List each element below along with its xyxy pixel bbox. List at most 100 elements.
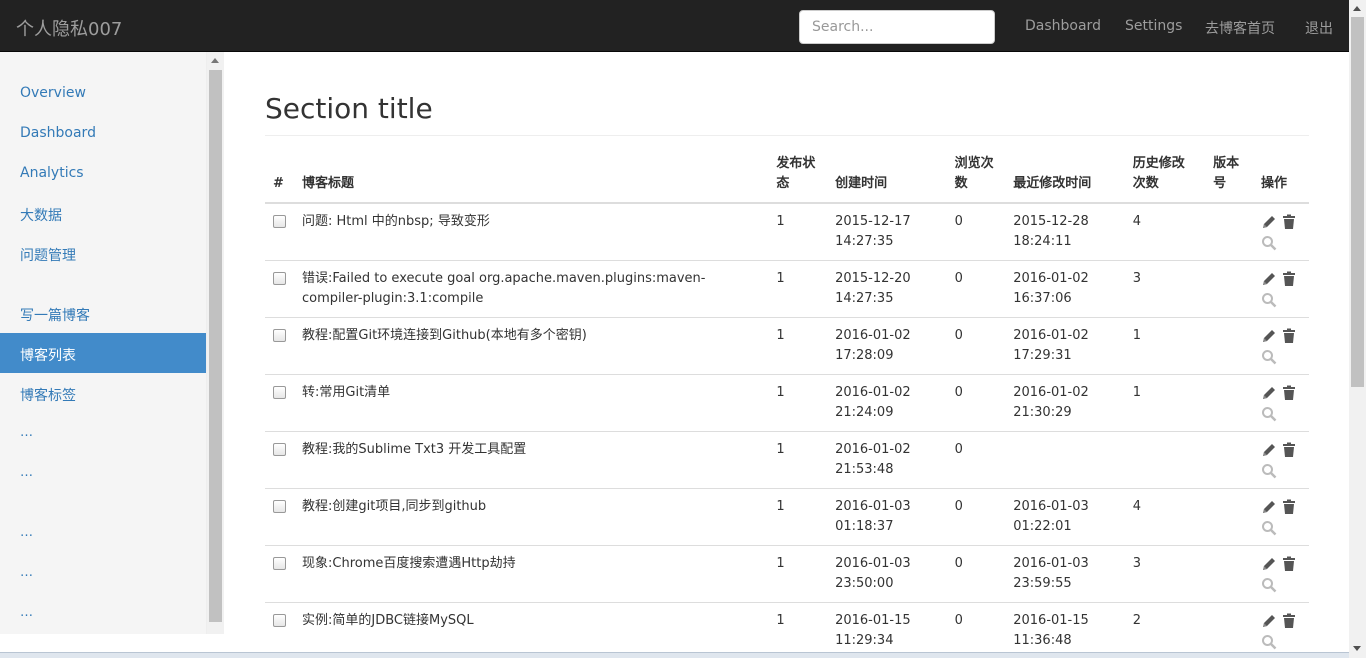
row-checkbox[interactable] <box>273 557 286 570</box>
col-header-created: 创建时间 <box>827 150 947 204</box>
created-time: 23:50:00 <box>835 576 894 591</box>
created-date: 2015-12-20 <box>835 271 911 286</box>
row-checkbox[interactable] <box>273 386 286 399</box>
pencil-icon[interactable] <box>1261 271 1277 287</box>
created-date: 2016-01-02 <box>835 385 911 400</box>
blog-title-cell[interactable]: 转:常用Git清单 <box>294 374 769 432</box>
brand-logo[interactable]: 个人隐私007 <box>16 15 122 41</box>
created-time: 14:27:35 <box>835 291 894 306</box>
sidebar-item-dashboard[interactable]: Dashboard <box>0 113 206 153</box>
search-icon[interactable] <box>1261 406 1277 422</box>
blog-title-cell[interactable]: 问题: Html 中的nbsp; 导致变形 <box>294 202 769 261</box>
sidebar-item-issues[interactable]: 问题管理 <box>0 233 206 273</box>
status-cell: 1 <box>768 202 828 261</box>
row-checkbox[interactable] <box>273 443 286 456</box>
blog-title-cell[interactable]: 教程:配置Git环境连接到Github(本地有多个密钥) <box>294 317 769 375</box>
table-row: 教程:配置Git环境连接到Github(本地有多个密钥) 1 2016-01-02 1… <box>265 317 1309 375</box>
version-cell <box>1205 602 1253 660</box>
blog-title-cell[interactable]: 教程:创建git项目,同步到github <box>294 488 769 546</box>
sidebar-item-write-blog[interactable]: 写一篇博客 <box>0 293 206 333</box>
blog-title-cell[interactable]: 实例:简单的JDBC链接MySQL <box>294 602 769 660</box>
created-cell: 2015-12-17 14:27:35 <box>827 202 947 261</box>
sidebar-more-item[interactable]: … <box>20 605 33 620</box>
nav-dashboard-link[interactable]: Dashboard <box>1025 18 1101 34</box>
table-header-row: # 博客标题 发布状态 创建时间 浏览次数 最近修改时间 历史修改次数 版本号 … <box>265 150 1309 204</box>
pencil-icon[interactable] <box>1261 328 1277 344</box>
table-row: 教程:创建git项目,同步到github 1 2016-01-03 01:18:37 0… <box>265 488 1309 546</box>
modified-cell: 2015-12-28 18:24:11 <box>1005 202 1125 261</box>
sidebar-scrollbar[interactable] <box>207 52 224 634</box>
status-cell: 1 <box>768 488 828 546</box>
page-scrollbar[interactable] <box>1349 0 1366 658</box>
sidebar-item-bigdata[interactable]: 大数据 <box>0 193 206 233</box>
modified-date: 2016-01-03 <box>1013 499 1089 514</box>
pencil-icon[interactable] <box>1261 442 1277 458</box>
sidebar-scroll-thumb[interactable] <box>209 70 222 622</box>
trash-icon[interactable] <box>1281 385 1297 401</box>
pencil-icon[interactable] <box>1261 385 1277 401</box>
modified-time: 01:22:01 <box>1013 519 1072 534</box>
row-actions <box>1261 269 1301 309</box>
search-icon[interactable] <box>1261 349 1277 365</box>
modified-time: 23:59:55 <box>1013 576 1072 591</box>
pencil-icon[interactable] <box>1261 214 1277 230</box>
nav-settings-link[interactable]: Settings <box>1125 18 1182 34</box>
pencil-icon[interactable] <box>1261 556 1277 572</box>
row-checkbox[interactable] <box>273 329 286 342</box>
views-cell: 0 <box>946 602 1006 660</box>
trash-icon[interactable] <box>1281 271 1297 287</box>
nav-blog-home-link[interactable]: 去博客首页 <box>1205 18 1275 38</box>
sidebar-more-item[interactable]: … <box>20 465 33 480</box>
sidebar-more-item[interactable]: … <box>20 525 33 540</box>
revisions-cell: 1 <box>1124 374 1206 432</box>
sidebar-item-overview[interactable]: Overview <box>0 73 206 113</box>
blog-title-cell[interactable]: 教程:我的Sublime Txt3 开发工具配置 <box>294 431 769 489</box>
scroll-down-arrow-icon[interactable] <box>1353 646 1361 651</box>
revisions-cell: 1 <box>1124 317 1206 375</box>
nav-logout-link[interactable]: 退出 <box>1305 18 1333 38</box>
table-row: 现象:Chrome百度搜索遭遇Http劫持 1 2016-01-03 23:50:00… <box>265 545 1309 603</box>
modified-date: 2016-01-02 <box>1013 271 1089 286</box>
table-row: 转:常用Git清单 1 2016-01-02 21:24:09 0 2016-01-02 2… <box>265 374 1309 432</box>
pencil-icon[interactable] <box>1261 613 1277 629</box>
scroll-up-arrow-icon[interactable] <box>1353 6 1361 11</box>
trash-icon[interactable] <box>1281 556 1297 572</box>
sidebar-more-item[interactable]: … <box>20 565 33 580</box>
trash-icon[interactable] <box>1281 214 1297 230</box>
blog-title-cell[interactable]: 错误:Failed to execute goal org.apache.mav… <box>294 260 769 318</box>
row-checkbox[interactable] <box>273 500 286 513</box>
search-icon[interactable] <box>1261 520 1277 536</box>
search-icon[interactable] <box>1261 463 1277 479</box>
page-scroll-thumb[interactable] <box>1351 17 1364 387</box>
modified-date: 2016-01-02 <box>1013 385 1089 400</box>
pencil-icon[interactable] <box>1261 499 1277 515</box>
scroll-up-arrow-icon[interactable] <box>211 58 219 63</box>
modified-date: 2016-01-03 <box>1013 556 1089 571</box>
table-row: 实例:简单的JDBC链接MySQL 1 2016-01-15 11:29:34 0 201… <box>265 602 1309 660</box>
sidebar-item-blog-list[interactable]: 博客列表 <box>0 333 206 373</box>
row-actions <box>1261 212 1301 252</box>
sidebar-more-item[interactable]: … <box>20 425 33 440</box>
trash-icon[interactable] <box>1281 442 1297 458</box>
version-cell <box>1205 260 1253 318</box>
trash-icon[interactable] <box>1281 613 1297 629</box>
views-cell: 0 <box>946 374 1006 432</box>
created-time: 21:24:09 <box>835 405 894 420</box>
views-cell: 0 <box>946 488 1006 546</box>
sidebar-item-analytics[interactable]: Analytics <box>0 153 206 193</box>
row-checkbox[interactable] <box>273 215 286 228</box>
search-icon[interactable] <box>1261 235 1277 251</box>
search-icon[interactable] <box>1261 634 1277 650</box>
row-checkbox-cell <box>265 202 294 261</box>
search-icon[interactable] <box>1261 292 1277 308</box>
row-checkbox[interactable] <box>273 614 286 627</box>
created-time: 01:18:37 <box>835 519 894 534</box>
search-input[interactable] <box>799 10 995 44</box>
row-checkbox[interactable] <box>273 272 286 285</box>
col-header-modified: 最近修改时间 <box>1005 150 1125 204</box>
trash-icon[interactable] <box>1281 328 1297 344</box>
sidebar-item-blog-tags[interactable]: 博客标签 <box>0 373 206 413</box>
trash-icon[interactable] <box>1281 499 1297 515</box>
search-icon[interactable] <box>1261 577 1277 593</box>
blog-title-cell[interactable]: 现象:Chrome百度搜索遭遇Http劫持 <box>294 545 769 603</box>
